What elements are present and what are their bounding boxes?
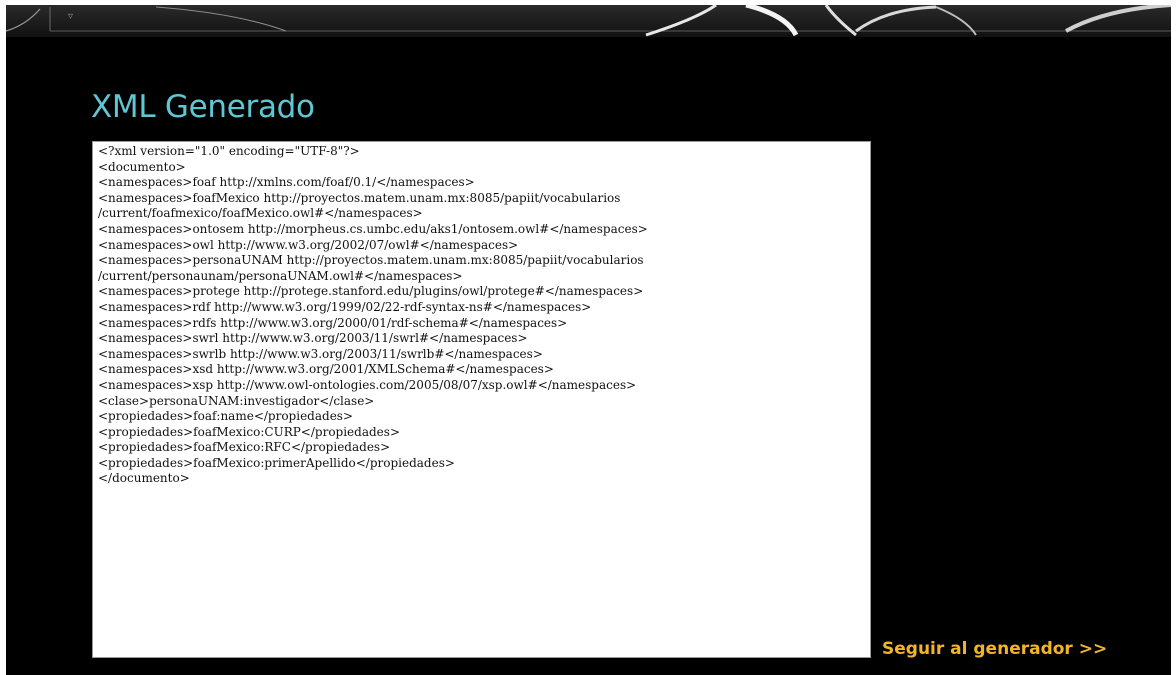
xml-line: <namespaces>rdfs http://www.w3.org/2000/… — [98, 315, 568, 330]
page-frame: ▿ XML Generado <?xml version="1.0" encod… — [6, 5, 1171, 675]
xml-output-lines: <?xml version="1.0" encoding="UTF-8"?> <d… — [93, 142, 870, 487]
xml-line: <namespaces>protege http://protege.stanf… — [98, 284, 644, 299]
header-banner: ▿ — [6, 5, 1171, 37]
xml-line: <namespaces>foaf http://xmlns.com/foaf/0… — [98, 175, 475, 190]
xml-line: <namespaces>foafMexico http://proyectos.… — [98, 190, 621, 205]
xml-line: <namespaces>swrlb http://www.w3.org/2003… — [98, 346, 543, 361]
xml-line: <propiedades>foafMexico:RFC</propiedades… — [98, 440, 391, 455]
xml-line: /current/personaunam/personaUNAM.owl#</n… — [98, 268, 463, 283]
xml-line: <namespaces>owl http://www.w3.org/2002/0… — [98, 237, 519, 252]
xml-line: <propiedades>foaf:name</propiedades> — [98, 409, 354, 424]
menu-icon[interactable]: ▿ — [68, 11, 73, 22]
header-decoration — [6, 5, 1171, 37]
xml-line: /current/foafmexico/foafMexico.owl#</nam… — [98, 206, 423, 221]
xml-line: <namespaces>ontosem http://morpheus.cs.u… — [98, 221, 648, 236]
xml-line: <namespaces>rdf http://www.w3.org/1999/0… — [98, 299, 592, 314]
xml-line: <documento> — [98, 159, 186, 174]
xml-line: <namespaces>personaUNAM http://proyectos… — [98, 253, 644, 268]
xml-line: <?xml version="1.0" encoding="UTF-8"?> — [98, 144, 360, 158]
xml-line: <propiedades>foafMexico:CURP</propiedade… — [98, 424, 400, 439]
page-title: XML Generado — [91, 89, 315, 125]
xml-line: <namespaces>xsd http://www.w3.org/2001/X… — [98, 362, 554, 377]
xml-line: <namespaces>swrl http://www.w3.org/2003/… — [98, 331, 528, 346]
xml-line: <namespaces>xsp http://www.owl-ontologie… — [98, 377, 637, 392]
xml-output-box[interactable]: <?xml version="1.0" encoding="UTF-8"?> <d… — [92, 141, 871, 658]
xml-line: </documento> — [98, 471, 190, 486]
xml-line: <propiedades>foafMexico:primerApellido</… — [98, 455, 455, 470]
xml-line: <clase>personaUNAM:investigador</clase> — [98, 393, 375, 408]
continue-to-generator-link[interactable]: Seguir al generador >> — [882, 639, 1107, 659]
